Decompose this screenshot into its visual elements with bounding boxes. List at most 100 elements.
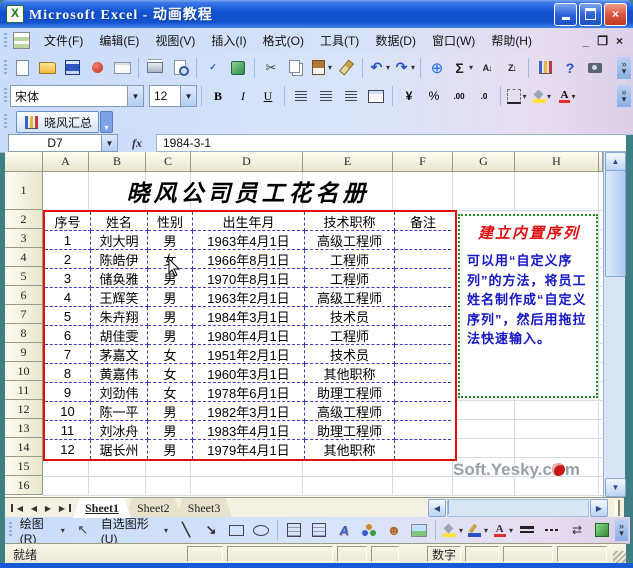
paste-button[interactable]: ▾: [309, 56, 333, 80]
chevron-down-icon[interactable]: ▼: [180, 86, 196, 106]
select-pointer-button[interactable]: ↖: [71, 518, 95, 542]
cell-no[interactable]: 9: [45, 383, 91, 402]
cell-gender[interactable]: 女: [148, 345, 193, 364]
cell-remark[interactable]: [395, 307, 451, 326]
cell-title[interactable]: 高级工程师: [305, 231, 395, 250]
open-button[interactable]: [35, 56, 59, 80]
align-center-button[interactable]: [314, 84, 338, 108]
cell-title[interactable]: 高级工程师: [305, 288, 395, 307]
cell-gender[interactable]: 男: [148, 326, 193, 345]
cell-gender[interactable]: 男: [148, 440, 193, 459]
column-header-d[interactable]: D: [191, 152, 303, 172]
doc-close-button[interactable]: ×: [616, 34, 623, 48]
cell-name[interactable]: 刘冰舟: [91, 421, 148, 440]
insert-function-button[interactable]: fx: [118, 134, 156, 152]
oval-button[interactable]: [249, 518, 273, 542]
cut-button[interactable]: ✂: [259, 56, 283, 80]
cell-name[interactable]: 朱卉翔: [91, 307, 148, 326]
cell-no[interactable]: 4: [45, 288, 91, 307]
cell-no[interactable]: 10: [45, 402, 91, 421]
table-header-cell[interactable]: 出生年月: [193, 212, 305, 231]
decrease-decimal-button[interactable]: .0: [472, 84, 496, 108]
hyperlink-button[interactable]: ⊕: [425, 56, 449, 80]
spelling-button[interactable]: ✓: [201, 56, 225, 80]
cell-no[interactable]: 11: [45, 421, 91, 440]
line-style-button[interactable]: [515, 518, 539, 542]
cell-title[interactable]: 其他职称: [305, 440, 395, 459]
sort-descending-button[interactable]: Z↓: [500, 56, 524, 80]
row-header-5[interactable]: 5: [5, 267, 43, 286]
line-button[interactable]: ╲: [174, 518, 198, 542]
vertical-scroll-thumb[interactable]: [605, 170, 626, 277]
table-header-cell[interactable]: 序号: [45, 212, 91, 231]
chart-wizard-button[interactable]: [533, 56, 557, 80]
table-header-cell[interactable]: 性别: [148, 212, 193, 231]
arrow-button[interactable]: ↘: [199, 518, 223, 542]
bold-button[interactable]: B: [206, 84, 230, 108]
last-tab-button[interactable]: ▶: [55, 504, 71, 512]
cell-gender[interactable]: 女: [148, 364, 193, 383]
cell-remark[interactable]: [395, 345, 451, 364]
menu-file[interactable]: 文件(F): [36, 29, 91, 52]
cell-no[interactable]: 3: [45, 269, 91, 288]
redo-button[interactable]: ↷▾: [392, 56, 416, 80]
menu-data[interactable]: 数据(D): [367, 29, 424, 52]
align-right-button[interactable]: [339, 84, 363, 108]
doc-restore-button[interactable]: ❐: [597, 34, 608, 48]
cell-remark[interactable]: [395, 421, 451, 440]
toolbar-options-chevron[interactable]: »▾: [615, 519, 628, 541]
cell-remark[interactable]: [395, 250, 451, 269]
doc-minimize-button[interactable]: _: [583, 34, 590, 48]
formula-input[interactable]: 1984-3-1: [156, 134, 626, 152]
cell-birth[interactable]: 1984年3月1日: [193, 307, 305, 326]
scroll-up-button[interactable]: ▲: [605, 152, 626, 171]
cell-no[interactable]: 6: [45, 326, 91, 345]
note-text-box[interactable]: 建立内置序列 可以用“自定义序列”的方法，将员工姓名制作成“自定义序列”，然后用…: [458, 214, 598, 398]
minimize-button[interactable]: [554, 3, 577, 26]
column-header-b[interactable]: B: [89, 152, 146, 172]
permission-button[interactable]: [85, 56, 109, 80]
cell-name[interactable]: 刘大明: [91, 231, 148, 250]
cell-title[interactable]: 其他职称: [305, 364, 395, 383]
first-tab-button[interactable]: ◀: [11, 504, 27, 512]
cell-birth[interactable]: 1980年4月1日: [193, 326, 305, 345]
print-preview-button[interactable]: [168, 56, 192, 80]
cell-birth[interactable]: 1963年4月1日: [193, 231, 305, 250]
menu-tools[interactable]: 工具(T): [312, 29, 367, 52]
cell-title[interactable]: 技术员: [305, 307, 395, 326]
cell-title[interactable]: 工程师: [305, 326, 395, 345]
font-name-combo[interactable]: 宋体 ▼: [10, 85, 144, 107]
cell-gender[interactable]: 男: [148, 402, 193, 421]
format-painter-button[interactable]: [334, 56, 358, 80]
column-header-e[interactable]: E: [303, 152, 393, 172]
row-header-3[interactable]: 3: [5, 229, 43, 248]
row-header-10[interactable]: 10: [5, 362, 43, 381]
toolbar-options-chevron[interactable]: »▾: [617, 85, 631, 107]
cell-name[interactable]: 陈皓伊: [91, 250, 148, 269]
sort-ascending-button[interactable]: A↓: [475, 56, 499, 80]
horizontal-scroll-thumb[interactable]: [448, 500, 449, 514]
toolbar-options-chevron[interactable]: »▾: [617, 57, 631, 79]
chevron-down-icon[interactable]: ▼: [127, 86, 143, 106]
cell-no[interactable]: 2: [45, 250, 91, 269]
table-header-cell[interactable]: 技术职称: [305, 212, 395, 231]
row-header-16[interactable]: 16: [5, 476, 43, 495]
cell-birth[interactable]: 1983年4月1日: [193, 421, 305, 440]
row-header-1[interactable]: 1: [5, 172, 43, 210]
row-header-11[interactable]: 11: [5, 381, 43, 400]
cell-name[interactable]: 茅嘉文: [91, 345, 148, 364]
cell-gender[interactable]: 女: [148, 383, 193, 402]
clip-art-button[interactable]: ☻: [382, 518, 406, 542]
row-header-15[interactable]: 15: [5, 457, 43, 476]
column-header-g[interactable]: G: [453, 152, 515, 172]
menu-insert[interactable]: 插入(I): [203, 29, 254, 52]
tab-sheet1[interactable]: Sheet1: [73, 498, 131, 518]
menu-window[interactable]: 窗口(W): [424, 29, 483, 52]
cell-name[interactable]: 王辉笑: [91, 288, 148, 307]
toolbar-grip[interactable]: [4, 88, 7, 104]
align-left-button[interactable]: [289, 84, 313, 108]
menu-view[interactable]: 视图(V): [147, 29, 203, 52]
line-color-button[interactable]: ▾: [465, 518, 489, 542]
select-all-corner[interactable]: [5, 152, 43, 172]
row-header-8[interactable]: 8: [5, 324, 43, 343]
